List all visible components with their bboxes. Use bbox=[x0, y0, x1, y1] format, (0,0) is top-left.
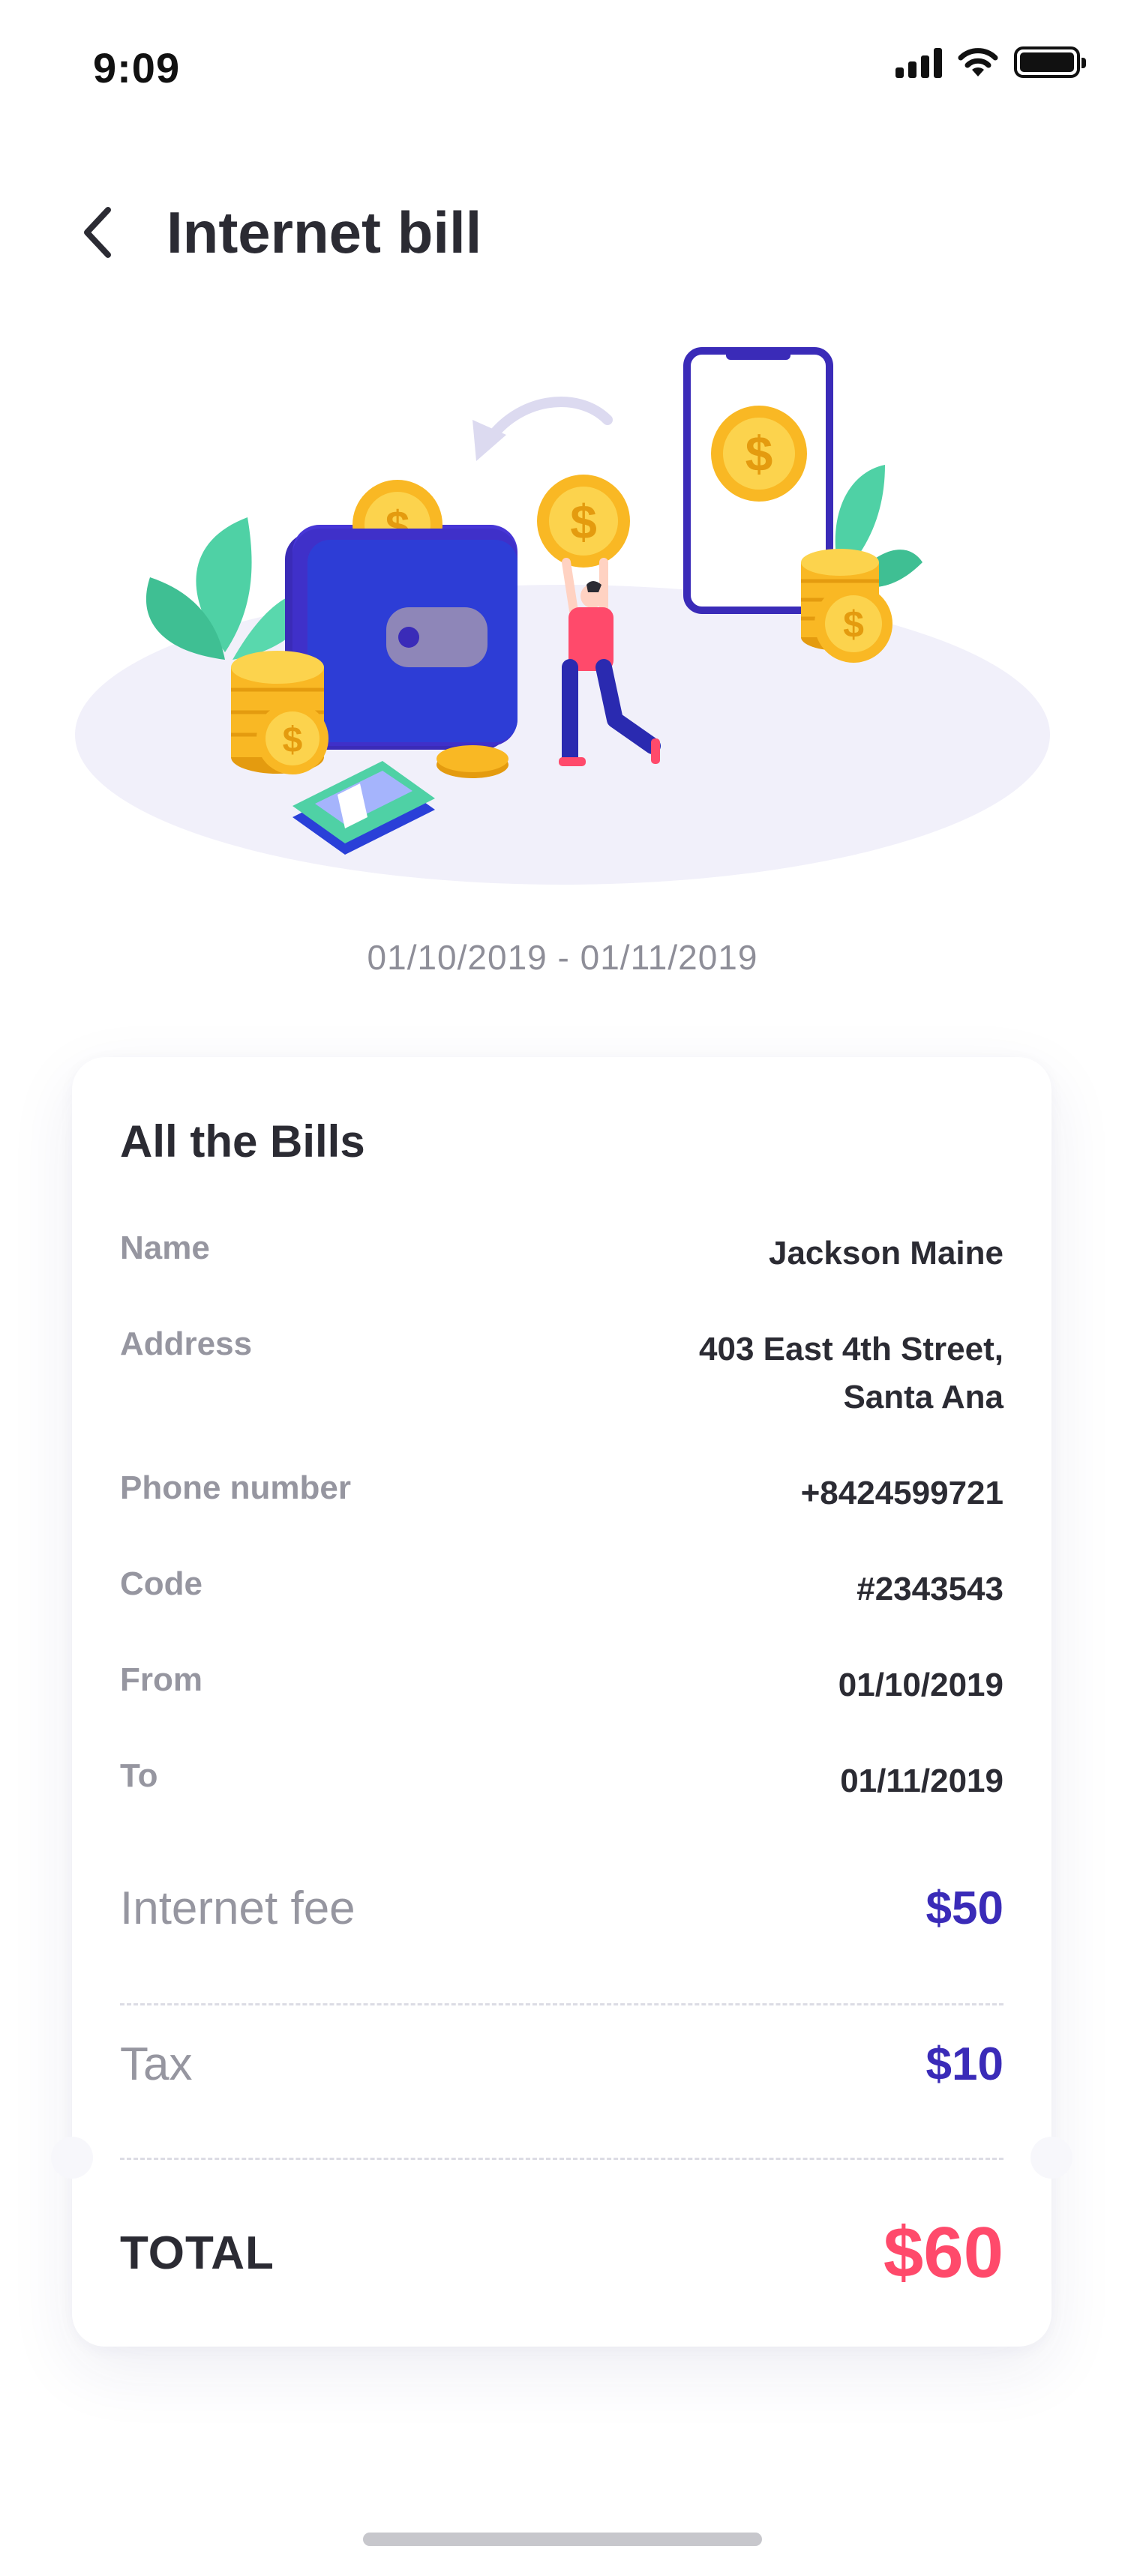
payment-illustration: $ $ $ $ $ bbox=[75, 347, 1050, 885]
signal-icon bbox=[896, 48, 942, 78]
home-indicator[interactable] bbox=[363, 2533, 762, 2546]
phone-label: Phone number bbox=[120, 1469, 352, 1506]
chevron-left-icon bbox=[84, 207, 111, 258]
total-row: TOTAL $60 bbox=[120, 2212, 1004, 2294]
header: Internet bill bbox=[0, 172, 1125, 292]
wifi-icon bbox=[958, 48, 998, 76]
code-label: Code bbox=[120, 1565, 202, 1602]
svg-text:$: $ bbox=[283, 720, 303, 760]
address-row: Address 403 East 4th Street, Santa Ana bbox=[120, 1325, 1004, 1421]
internet-fee-value: $50 bbox=[926, 1883, 1004, 1934]
address-value: 403 East 4th Street, Santa Ana bbox=[699, 1325, 1004, 1421]
billing-period: 01/10/2019 - 01/11/2019 bbox=[367, 938, 758, 977]
total-value: $60 bbox=[883, 2212, 1004, 2293]
address-label: Address bbox=[120, 1325, 253, 1362]
ticket-notch-left bbox=[51, 2137, 93, 2179]
back-button[interactable] bbox=[68, 202, 128, 262]
status-time: 9:09 bbox=[93, 44, 181, 91]
to-row: To 01/11/2019 bbox=[120, 1757, 1004, 1805]
from-row: From 01/10/2019 bbox=[120, 1661, 1004, 1709]
battery-icon bbox=[1014, 46, 1086, 78]
code-value: #2343543 bbox=[856, 1571, 1004, 1607]
name-row: Name Jackson Maine bbox=[120, 1230, 1004, 1278]
status-icons bbox=[896, 46, 1086, 78]
phone-value: +8424599721 bbox=[800, 1475, 1004, 1511]
from-label: From bbox=[120, 1661, 202, 1698]
card-title: All the Bills bbox=[120, 1116, 365, 1167]
phone-row: Phone number +8424599721 bbox=[120, 1469, 1004, 1517]
coin-stack-right-icon: $ bbox=[801, 549, 892, 663]
address-line2: Santa Ana bbox=[843, 1379, 1004, 1415]
name-value: Jackson Maine bbox=[768, 1235, 1004, 1272]
to-value: 01/11/2019 bbox=[840, 1763, 1004, 1799]
internet-fee-label: Internet fee bbox=[120, 1883, 356, 1934]
to-label: To bbox=[120, 1757, 158, 1794]
from-value: 01/10/2019 bbox=[838, 1667, 1004, 1703]
tax-label: Tax bbox=[120, 2038, 193, 2090]
ticket-notch-right bbox=[1030, 2137, 1072, 2179]
svg-text:$: $ bbox=[843, 604, 864, 645]
code-row: Code #2343543 bbox=[120, 1565, 1004, 1613]
divider bbox=[120, 2158, 1004, 2160]
exchange-arrow-icon bbox=[482, 397, 613, 448]
tax-row: Tax $10 bbox=[120, 2038, 1004, 2091]
svg-text:$: $ bbox=[570, 495, 597, 549]
internet-fee-row: Internet fee $50 bbox=[120, 1882, 1004, 1935]
svg-text:$: $ bbox=[746, 426, 773, 481]
page-title: Internet bill bbox=[166, 199, 482, 265]
bill-card: All the Bills Name Jackson Maine Address… bbox=[51, 1057, 1072, 2347]
address-line1: 403 East 4th Street, bbox=[699, 1331, 1004, 1367]
coin-stack-icon: $ bbox=[231, 651, 328, 774]
tax-value: $10 bbox=[926, 2038, 1004, 2090]
divider bbox=[120, 2003, 1004, 2005]
name-label: Name bbox=[120, 1230, 210, 1266]
status-bar: 9:09 bbox=[0, 0, 1125, 135]
total-label: TOTAL bbox=[120, 2227, 274, 2279]
